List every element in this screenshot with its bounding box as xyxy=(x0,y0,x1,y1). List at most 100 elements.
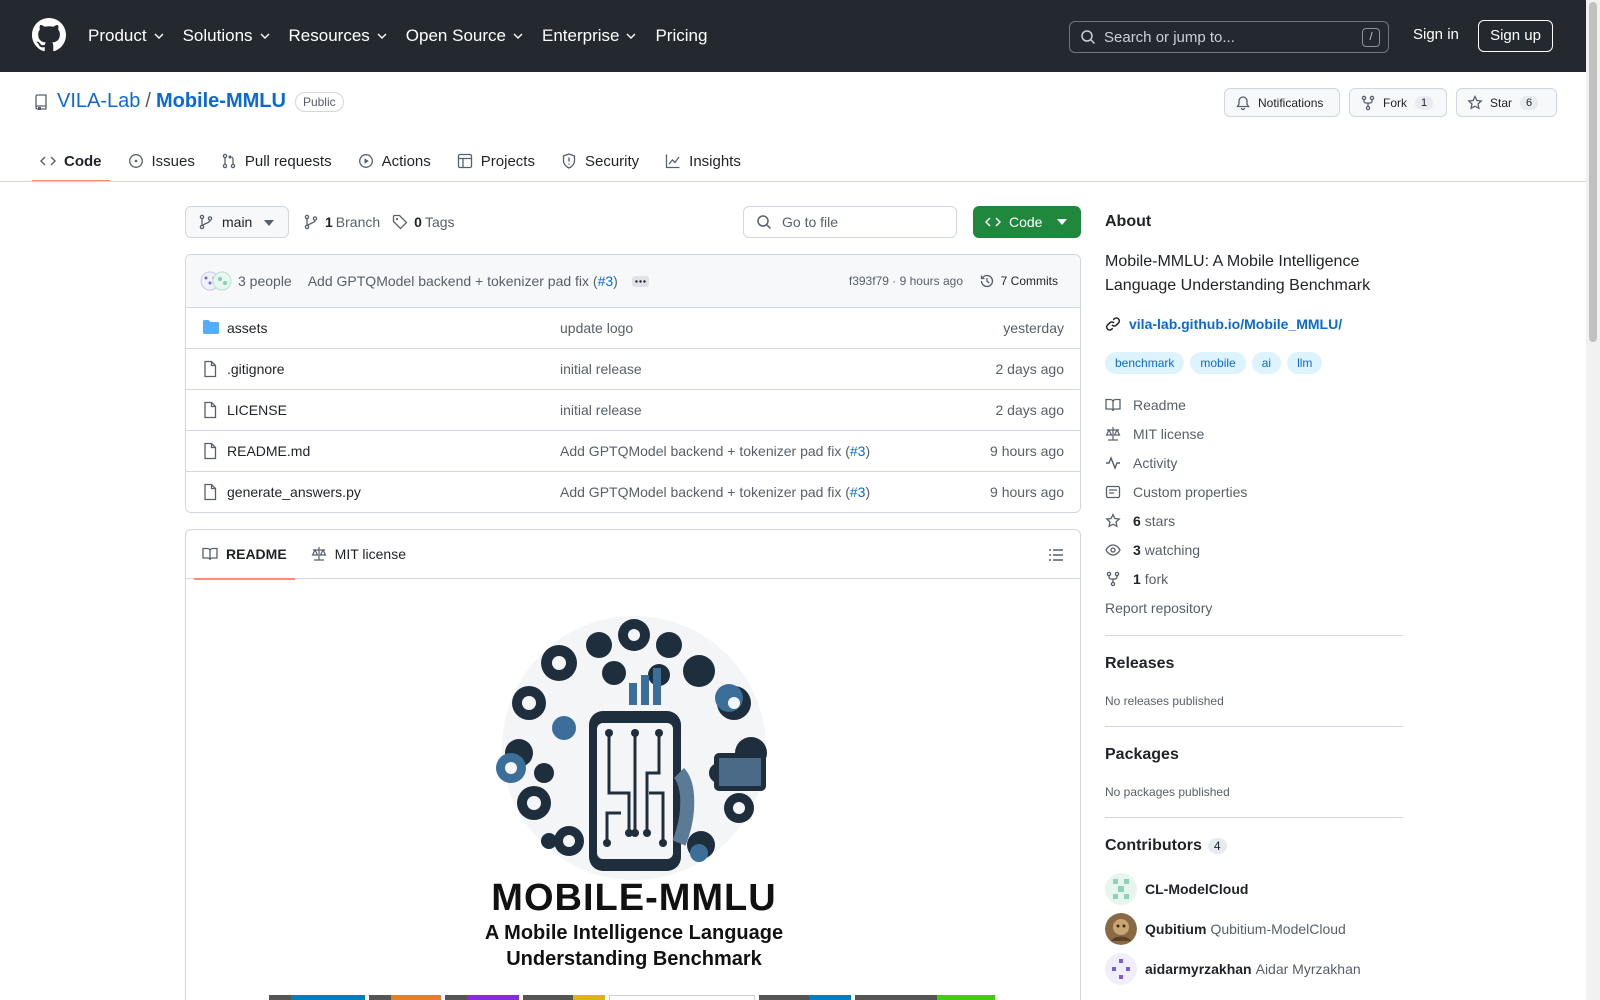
contributor-name: Aidar Myrzakhan xyxy=(1255,961,1361,977)
readme-badge[interactable] xyxy=(855,995,995,1000)
commit-sha-link[interactable]: f393f79 xyxy=(849,274,889,288)
sign-in-link[interactable]: Sign in xyxy=(1413,26,1459,43)
branch-select-button[interactable]: main xyxy=(185,206,289,238)
star-button[interactable]: Star 6 xyxy=(1456,88,1557,117)
releases-heading[interactable]: Releases xyxy=(1105,655,1174,673)
tab-actions[interactable]: Actions xyxy=(350,140,439,182)
topic-tag[interactable]: mobile xyxy=(1190,352,1246,374)
file-name-link[interactable]: LICENSE xyxy=(227,402,287,418)
tab-readme[interactable]: README xyxy=(194,530,295,580)
tab-security[interactable]: Security xyxy=(553,140,647,182)
topic-tag[interactable]: ai xyxy=(1251,352,1282,374)
activity-link[interactable]: Activity xyxy=(1105,455,1177,471)
watchers-link[interactable]: 3 watching xyxy=(1105,542,1200,558)
sign-up-button[interactable]: Sign up xyxy=(1478,20,1553,52)
avatar[interactable] xyxy=(1105,873,1137,905)
search-icon xyxy=(1081,30,1096,45)
nav-product[interactable]: Product xyxy=(88,26,165,46)
topic-tag[interactable]: llm xyxy=(1287,352,1323,374)
main-nav: Product Solutions Resources Open Source … xyxy=(88,0,725,72)
contributor-item[interactable]: CL-ModelCloud xyxy=(1105,873,1252,905)
readme-badge[interactable] xyxy=(269,995,365,1000)
book-icon xyxy=(202,547,218,561)
contributor-item[interactable]: aidarmyrzakhan Aidar Myrzakhan xyxy=(1105,953,1361,985)
homepage-link[interactable]: vila-lab.github.io/Mobile_MMLU/ xyxy=(1105,316,1342,332)
file-name-link[interactable]: README.md xyxy=(227,443,310,459)
nav-enterprise[interactable]: Enterprise xyxy=(542,26,637,46)
commits-history-link[interactable]: 7 Commits xyxy=(979,273,1058,289)
commit-expand-button[interactable] xyxy=(631,275,649,287)
repo-owner-link[interactable]: VILA-Lab xyxy=(57,90,140,113)
file-commit-message[interactable]: update logo xyxy=(560,320,633,336)
avatar[interactable] xyxy=(1105,953,1137,985)
commit-pr-link[interactable]: #3 xyxy=(850,443,866,459)
tab-projects[interactable]: Projects xyxy=(449,140,543,182)
code-dropdown-button[interactable]: Code xyxy=(973,206,1081,238)
branches-link[interactable]: Branch xyxy=(336,214,380,230)
file-row[interactable]: README.md Add GPTQModel backend + tokeni… xyxy=(186,431,1080,472)
sidebar-divider xyxy=(1105,726,1403,727)
custom-properties-link[interactable]: Custom properties xyxy=(1105,484,1247,500)
readme-badge[interactable] xyxy=(369,995,441,1000)
visibility-badge: Public xyxy=(294,91,344,112)
readme-badge[interactable] xyxy=(445,995,519,1000)
avatar[interactable] xyxy=(1105,913,1137,945)
repo-sidebar: About Mobile-MMLU: A Mobile Intelligence… xyxy=(1105,0,1403,1000)
tags-link[interactable]: Tags xyxy=(425,214,455,230)
file-icon xyxy=(204,442,217,460)
file-commit-message[interactable]: Add GPTQModel backend + tokenizer pad fi… xyxy=(560,484,870,500)
readme-badge[interactable] xyxy=(523,995,605,1000)
file-row[interactable]: assets update logo yesterday xyxy=(186,308,1080,349)
file-commit-message[interactable]: Add GPTQModel backend + tokenizer pad fi… xyxy=(560,443,870,459)
forks-link[interactable]: 1 fork xyxy=(1105,571,1168,587)
file-name-link[interactable]: assets xyxy=(227,320,267,336)
nav-resources[interactable]: Resources xyxy=(289,26,388,46)
commit-message[interactable]: Add GPTQModel backend + tokenizer pad fi… xyxy=(308,273,618,289)
list-unordered-icon[interactable] xyxy=(1048,547,1064,563)
git-branch-icon xyxy=(304,214,318,230)
report-repository-link[interactable]: Report repository xyxy=(1105,600,1212,616)
law-icon xyxy=(311,547,327,561)
tab-pull-requests[interactable]: Pull requests xyxy=(213,140,340,182)
readme-badge[interactable] xyxy=(609,995,755,1000)
tab-code[interactable]: Code xyxy=(32,140,110,182)
contributor-item[interactable]: Qubitium Qubitium-ModelCloud xyxy=(1105,913,1346,945)
repo-title: VILA-Lab / Mobile-MMLU Public xyxy=(33,90,344,113)
page-scrollbar[interactable] xyxy=(1586,0,1600,1000)
license-link[interactable]: MIT license xyxy=(1105,426,1204,442)
go-to-file-input[interactable]: Go to file xyxy=(743,206,957,238)
readme-badge[interactable] xyxy=(759,995,851,1000)
sidebar-divider xyxy=(1105,635,1403,636)
nav-pricing[interactable]: Pricing xyxy=(655,26,707,46)
commit-pr-link[interactable]: #3 xyxy=(598,273,614,289)
commit-authors-link[interactable]: 3 people xyxy=(238,273,292,289)
file-row[interactable]: .gitignore initial release 2 days ago xyxy=(186,349,1080,390)
readme-link[interactable]: Readme xyxy=(1105,397,1186,413)
play-icon xyxy=(358,154,373,168)
file-commit-message[interactable]: initial release xyxy=(560,361,642,377)
contributors-count: 4 xyxy=(1207,838,1227,854)
tab-issues[interactable]: Issues xyxy=(120,140,203,182)
stars-link[interactable]: 6 stars xyxy=(1105,513,1175,529)
packages-heading[interactable]: Packages xyxy=(1105,746,1179,764)
code-icon xyxy=(985,217,1001,227)
repo-name-link[interactable]: Mobile-MMLU xyxy=(156,90,286,113)
file-row[interactable]: generate_answers.py Add GPTQModel backen… xyxy=(186,472,1080,512)
topic-tag[interactable]: benchmark xyxy=(1105,352,1185,374)
tab-insights[interactable]: Insights xyxy=(657,140,749,182)
contributor-login: Qubitium xyxy=(1145,921,1207,937)
github-logo-icon[interactable] xyxy=(32,18,66,52)
contributors-heading[interactable]: Contributors 4 xyxy=(1105,837,1227,855)
avatar-stack-icon[interactable] xyxy=(200,271,234,291)
file-row[interactable]: LICENSE initial release 2 days ago xyxy=(186,390,1080,431)
nav-solutions[interactable]: Solutions xyxy=(183,26,271,46)
file-commit-message[interactable]: initial release xyxy=(560,402,642,418)
file-name-link[interactable]: generate_answers.py xyxy=(227,484,361,500)
code-icon xyxy=(40,156,56,166)
scrollbar-thumb[interactable] xyxy=(1589,2,1597,342)
readme-tabs: README MIT license xyxy=(186,530,1080,580)
nav-open-source[interactable]: Open Source xyxy=(406,26,524,46)
tab-license[interactable]: MIT license xyxy=(303,530,414,579)
file-name-link[interactable]: .gitignore xyxy=(227,361,285,377)
commit-pr-link[interactable]: #3 xyxy=(850,484,866,500)
